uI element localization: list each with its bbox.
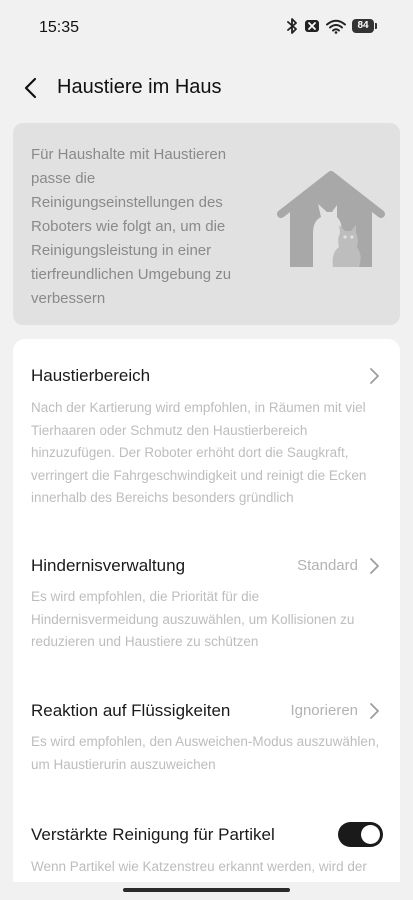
battery-icon: 84	[352, 19, 377, 33]
setting-description: Nach der Kartierung wird empfohlen, in R…	[31, 400, 367, 505]
chevron-left-icon	[24, 77, 37, 99]
setting-title: Hindernisverwaltung	[31, 556, 186, 575]
status-time: 15:35	[39, 19, 80, 36]
setting-description: Es wird empfohlen, die Priorität für die…	[31, 589, 355, 649]
chevron-right-icon[interactable]	[368, 557, 380, 575]
setting-value: Standard	[297, 557, 358, 574]
setting-title: Verstärkte Reinigung für Partikel	[31, 825, 275, 844]
settings-card: Haustierbereich Nach der Kartierung wird…	[13, 339, 400, 900]
setting-title: Reaktion auf Flüssigkeiten	[31, 701, 231, 720]
app-header: Haustiere im Haus	[0, 66, 413, 110]
status-icons: 84	[287, 18, 377, 34]
setting-description: Wenn Partikel wie Katzenstreu erkannt we…	[31, 859, 367, 874]
back-button[interactable]	[16, 72, 46, 104]
toggle-knob	[361, 825, 380, 844]
particle-cleaning-toggle[interactable]	[338, 822, 383, 847]
setting-title: Haustierbereich	[31, 366, 151, 385]
chevron-right-icon[interactable]	[368, 702, 380, 720]
wifi-icon	[326, 19, 346, 34]
bluetooth-icon	[287, 18, 297, 34]
chevron-right-icon[interactable]	[368, 367, 380, 385]
battery-level: 84	[352, 19, 374, 33]
setting-value: Ignorieren	[290, 702, 358, 719]
status-bar: 15:35 84	[0, 0, 413, 56]
info-banner-text: Für Haushalte mit Haustieren passe die R…	[31, 146, 232, 307]
home-indicator[interactable]	[123, 888, 290, 892]
battery-cap	[375, 23, 377, 29]
page-title: Haustiere im Haus	[57, 76, 222, 98]
no-sim-icon	[305, 20, 319, 32]
info-banner: Für Haushalte mit Haustieren passe die R…	[13, 123, 400, 325]
pet-house-icon	[277, 171, 385, 267]
setting-description: Es wird empfohlen, den Ausweichen-Modus …	[31, 734, 380, 772]
gesture-bar	[0, 882, 413, 900]
